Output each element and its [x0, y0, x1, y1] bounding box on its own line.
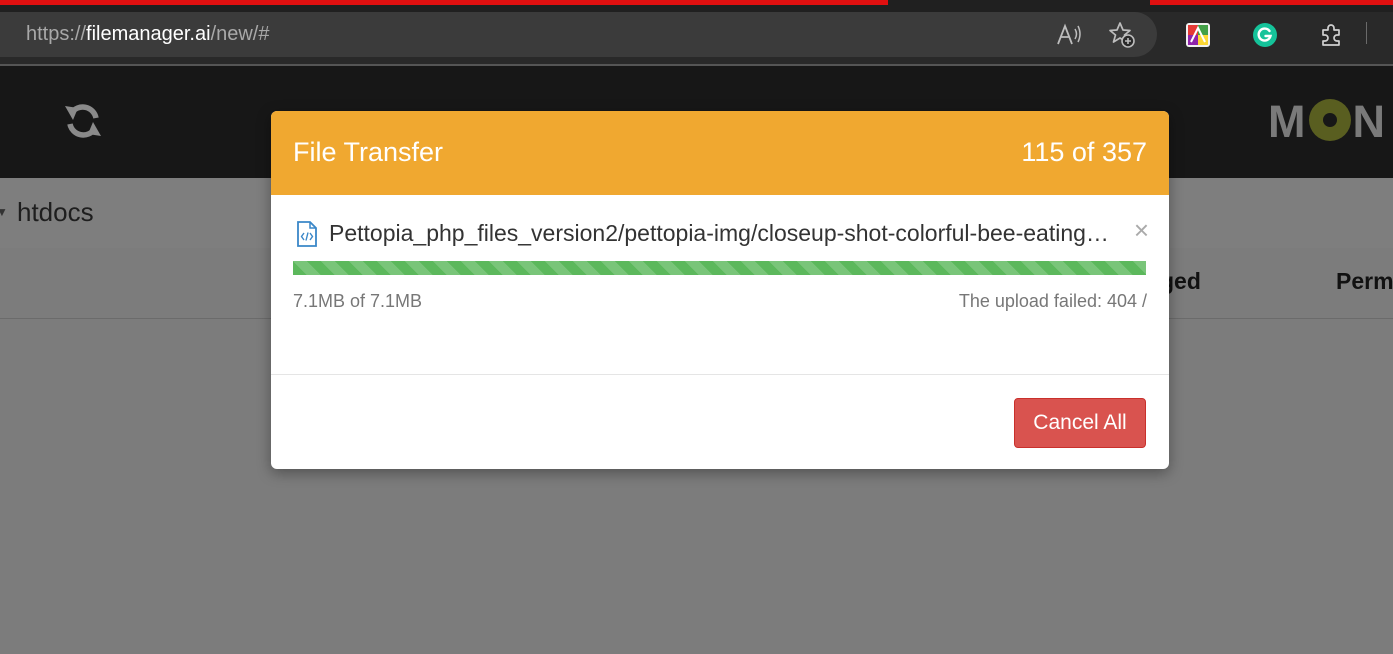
- column-header-permissions[interactable]: Perm: [1336, 268, 1393, 295]
- browser-tab[interactable]: [1150, 0, 1393, 5]
- progress-bar: [293, 261, 1146, 275]
- modal-divider: [271, 374, 1169, 375]
- progress-bar-fill: [293, 261, 1146, 275]
- url-text[interactable]: https://filemanager.ai/new/#: [26, 23, 270, 46]
- logo-eye-icon: [1308, 99, 1351, 141]
- read-aloud-icon[interactable]: [1054, 20, 1084, 50]
- cancel-all-button[interactable]: Cancel All: [1014, 398, 1146, 448]
- active-tab-indicator[interactable]: [0, 0, 888, 5]
- modal-header: File Transfer 115 of 357: [271, 111, 1169, 195]
- transfer-count: 115 of 357: [1021, 137, 1147, 167]
- grammarly-icon[interactable]: [1251, 21, 1279, 49]
- transfer-size: 7.1MB of 7.1MB: [293, 291, 423, 311]
- caret-down-icon[interactable]: ▼: [0, 205, 8, 219]
- favorites-add-icon[interactable]: [1106, 19, 1138, 51]
- modal-title: File Transfer: [293, 137, 444, 167]
- toolbar-divider: [1366, 22, 1367, 44]
- code-file-icon: [295, 221, 319, 247]
- url-field[interactable]: https://filemanager.ai/new/#: [0, 12, 1157, 57]
- extensions-puzzle-icon[interactable]: [1317, 21, 1345, 49]
- refresh-icon[interactable]: [62, 100, 104, 142]
- close-icon[interactable]: ×: [1134, 217, 1149, 243]
- file-transfer-modal: File Transfer 115 of 357 Pettopia_php_fi…: [271, 111, 1169, 469]
- extension-colorful-icon[interactable]: [1185, 22, 1211, 48]
- status-message: The upload failed: 404 /: [958, 291, 1147, 311]
- browser-tab-strip: [0, 0, 1393, 12]
- app-logo: MN: [1268, 96, 1386, 147]
- breadcrumb[interactable]: htdocs: [17, 197, 94, 228]
- file-name: Pettopia_php_files_version2/pettopia-img…: [329, 220, 1109, 246]
